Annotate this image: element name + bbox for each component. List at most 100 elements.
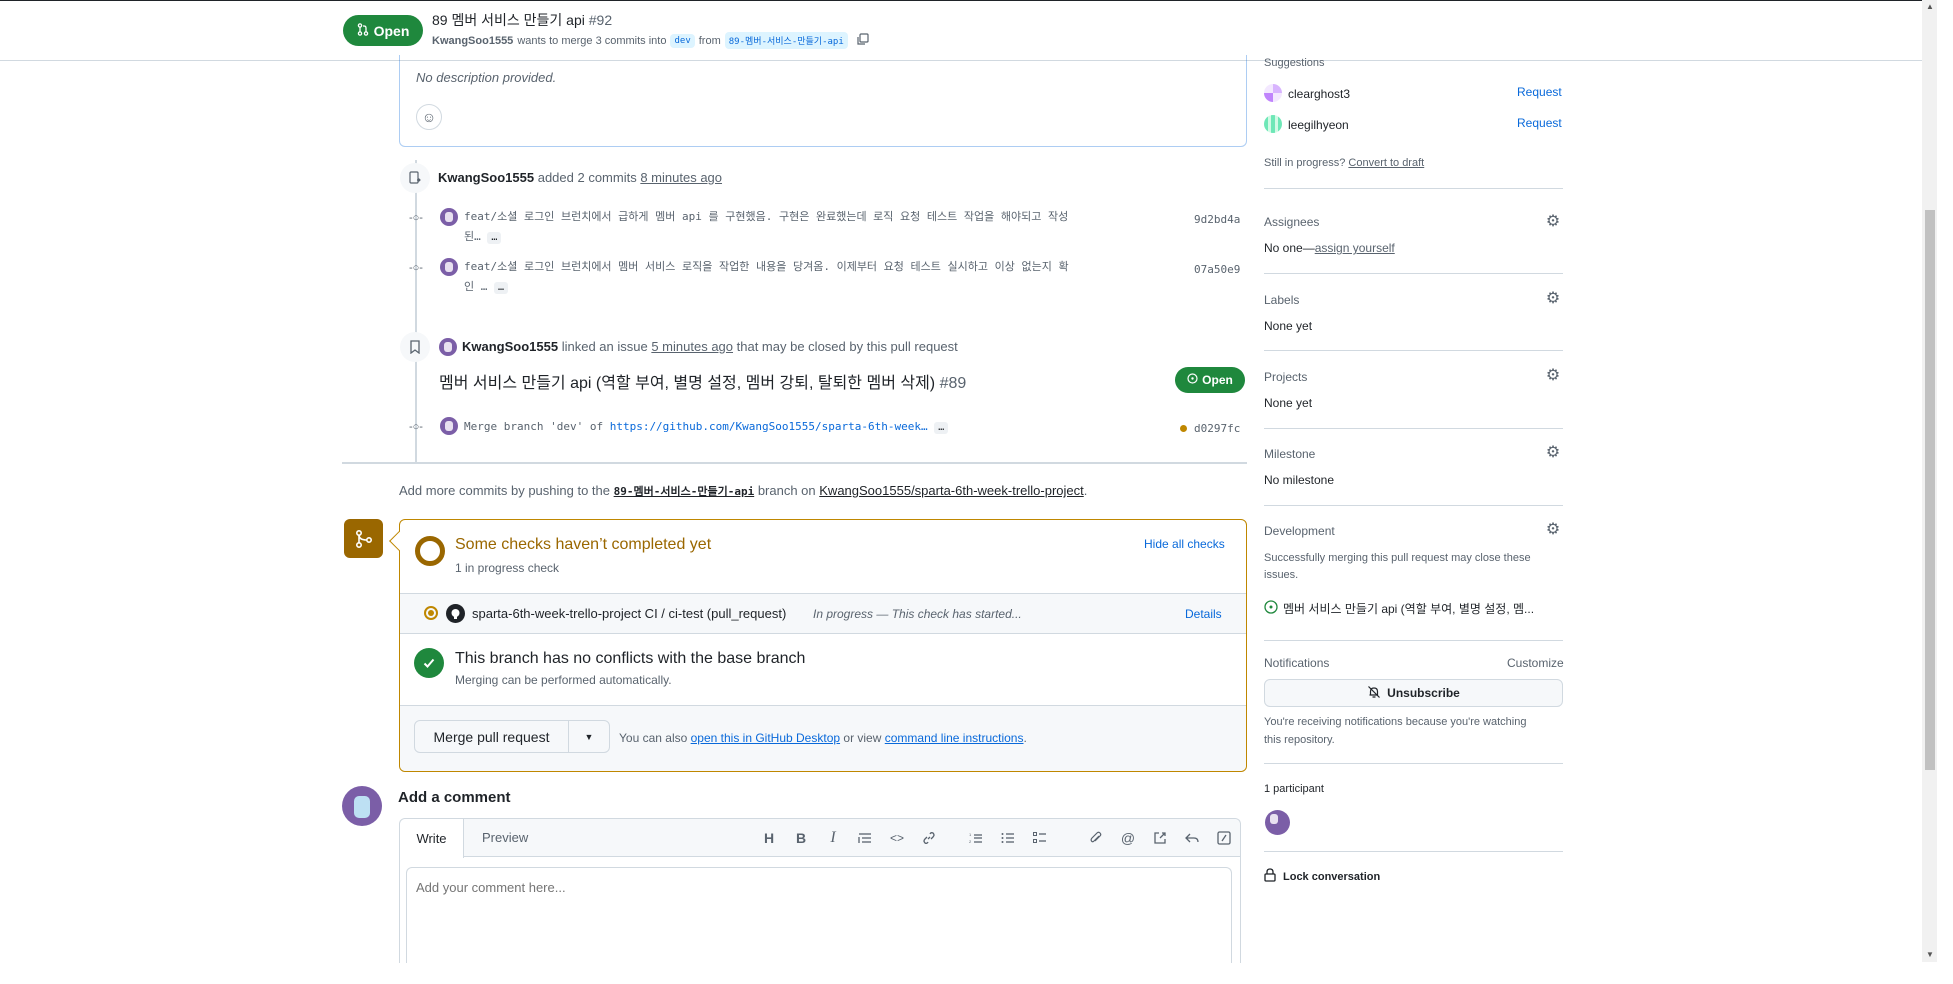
unsubscribe-button[interactable]: Unsubscribe bbox=[1264, 679, 1563, 707]
current-user-avatar[interactable] bbox=[342, 786, 382, 826]
divider bbox=[1264, 763, 1563, 764]
repo-link[interactable]: KwangSoo1555/sparta-6th-week-trello-proj… bbox=[819, 483, 1083, 498]
git-pull-request-icon bbox=[357, 22, 369, 39]
notifications-label: Notifications bbox=[1264, 656, 1330, 670]
command-line-link[interactable]: command line instructions bbox=[885, 731, 1024, 745]
commit-sha[interactable]: 9d2bd4a bbox=[1194, 213, 1240, 226]
divider bbox=[1264, 350, 1563, 351]
add-reaction-button[interactable]: ☺ bbox=[416, 104, 442, 130]
head-branch-link[interactable]: 89-멤버-서비스-만들기-api bbox=[614, 485, 755, 498]
event-author[interactable]: KwangSoo1555 bbox=[438, 170, 534, 185]
sticky-header bbox=[0, 0, 1922, 61]
bold-icon[interactable]: B bbox=[790, 827, 812, 849]
reply-icon[interactable] bbox=[1181, 827, 1203, 849]
add-comment-heading: Add a comment bbox=[398, 789, 511, 806]
avatar[interactable] bbox=[439, 338, 457, 356]
head-branch[interactable]: 89-멤버-서비스-만들기-api bbox=[724, 32, 848, 49]
git-commit-icon: -○- bbox=[409, 212, 423, 224]
bell-slash-icon bbox=[1367, 685, 1381, 702]
avatar[interactable] bbox=[440, 208, 458, 226]
pr-state-label: Open bbox=[373, 22, 410, 39]
gear-icon[interactable]: ⚙ bbox=[1544, 444, 1562, 462]
copy-icon[interactable] bbox=[856, 32, 869, 49]
commit-sha[interactable]: 07a50e9 bbox=[1194, 263, 1240, 276]
request-review-button[interactable]: Request bbox=[1517, 116, 1562, 130]
cross-reference-icon[interactable] bbox=[1149, 827, 1171, 849]
comment-input[interactable] bbox=[407, 868, 1231, 907]
link-icon[interactable] bbox=[918, 827, 940, 849]
merge-commit-message[interactable]: Merge branch 'dev' of https://github.com… bbox=[464, 417, 984, 437]
hide-checks-button[interactable]: Hide all checks bbox=[1144, 537, 1225, 551]
code-icon[interactable]: <> bbox=[886, 827, 908, 849]
svg-text:1: 1 bbox=[969, 832, 972, 837]
merge-method-dropdown[interactable]: ▼ bbox=[568, 720, 610, 753]
git-commit-icon: -○- bbox=[409, 262, 423, 274]
development-text-line2: issues. bbox=[1264, 569, 1299, 581]
scroll-up-icon[interactable]: ▲ bbox=[1925, 2, 1935, 12]
pending-status-dot[interactable] bbox=[1180, 425, 1187, 432]
commit-message[interactable]: feat/소셜 로그인 브런치에서 급하게 멤버 api 를 구현했음. 구현은… bbox=[464, 207, 1164, 247]
event-author[interactable]: KwangSoo1555 bbox=[462, 339, 558, 354]
slash-commands-icon[interactable] bbox=[1213, 827, 1235, 849]
commit-message-line1: feat/소셜 로그인 브런치에서 급하게 멤버 api 를 구현했음. 구현은… bbox=[464, 210, 1069, 223]
lock-conversation-button[interactable]: Lock conversation bbox=[1283, 871, 1380, 883]
assignees-value: No one—assign yourself bbox=[1264, 241, 1395, 255]
tab-write[interactable]: Write bbox=[400, 819, 464, 858]
notification-reason-line1: You're receiving notifications because y… bbox=[1264, 716, 1527, 728]
gear-icon[interactable]: ⚙ bbox=[1544, 521, 1562, 539]
expand-commit-button[interactable]: … bbox=[487, 232, 502, 244]
event-time[interactable]: 5 minutes ago bbox=[651, 339, 733, 354]
open-desktop-link[interactable]: open this in GitHub Desktop bbox=[691, 731, 840, 745]
linked-issue-event: KwangSoo1555 linked an issue 5 minutes a… bbox=[462, 339, 958, 354]
event-time[interactable]: 8 minutes ago bbox=[640, 170, 722, 185]
participant-avatar[interactable] bbox=[1265, 810, 1290, 835]
scrollbar-thumb[interactable] bbox=[1925, 210, 1935, 770]
quote-icon[interactable] bbox=[854, 827, 876, 849]
merge-pull-request-button[interactable]: Merge pull request bbox=[414, 720, 569, 753]
development-text-line1: Successfully merging this pull request m… bbox=[1264, 552, 1531, 564]
in-progress-icon bbox=[424, 606, 438, 620]
check-details-link[interactable]: Details bbox=[1185, 607, 1222, 621]
projects-value: None yet bbox=[1264, 396, 1313, 410]
italic-icon[interactable]: I bbox=[822, 827, 844, 849]
ordered-list-icon[interactable]: 12 bbox=[965, 827, 987, 849]
commit-message-line2: 인 … bbox=[464, 280, 488, 293]
task-list-icon[interactable] bbox=[1029, 827, 1051, 849]
event-suffix: that may be closed by this pull request bbox=[736, 339, 958, 354]
commit-message[interactable]: feat/소셜 로그인 브런치에서 멤버 서비스 로직을 작업한 내용을 당겨옴… bbox=[464, 257, 1164, 297]
divider bbox=[1264, 505, 1563, 506]
avatar[interactable] bbox=[440, 417, 458, 435]
expand-commit-button[interactable]: … bbox=[494, 282, 509, 294]
pr-author-link[interactable]: KwangSoo1555 bbox=[432, 35, 513, 47]
heading-icon[interactable]: H bbox=[758, 827, 780, 849]
reviewer-name[interactable]: leegilhyeon bbox=[1288, 118, 1349, 132]
convert-to-draft-link[interactable]: Convert to draft bbox=[1348, 157, 1424, 169]
no-conflicts-title: This branch has no conflicts with the ba… bbox=[455, 650, 806, 667]
no-conflicts-subtitle: Merging can be performed automatically. bbox=[455, 673, 672, 687]
base-branch[interactable]: dev bbox=[670, 33, 695, 48]
commit-sha[interactable]: d0297fc bbox=[1194, 422, 1240, 435]
unordered-list-icon[interactable] bbox=[997, 827, 1019, 849]
divider bbox=[1264, 273, 1563, 274]
divider bbox=[1264, 640, 1563, 641]
scroll-down-icon[interactable]: ▼ bbox=[1925, 950, 1935, 960]
comment-textarea[interactable] bbox=[406, 867, 1232, 963]
expand-commit-button[interactable]: … bbox=[934, 422, 949, 434]
checks-title: Some checks haven’t completed yet bbox=[455, 536, 712, 553]
customize-link[interactable]: Customize bbox=[1507, 656, 1564, 670]
mention-icon[interactable]: @ bbox=[1117, 827, 1139, 849]
gear-icon[interactable]: ⚙ bbox=[1544, 290, 1562, 308]
reviewer-name[interactable]: clearghost3 bbox=[1288, 87, 1350, 101]
linked-issue-title[interactable]: 멤버 서비스 만들기 api (역할 부여, 별명 설정, 멤버 강퇴, 탈퇴한… bbox=[439, 369, 966, 393]
avatar[interactable] bbox=[440, 258, 458, 276]
gear-icon[interactable]: ⚙ bbox=[1544, 367, 1562, 385]
gear-icon[interactable]: ⚙ bbox=[1544, 213, 1562, 231]
also-prefix: You can also bbox=[619, 731, 688, 745]
lock-icon bbox=[1264, 868, 1276, 885]
request-review-button[interactable]: Request bbox=[1517, 85, 1562, 99]
merge-commit-link[interactable]: https://github.com/KwangSoo1555/sparta-6… bbox=[610, 420, 928, 433]
development-issue-link[interactable]: 멤버 서비스 만들기 api (역할 부여, 별명 설정, 멤... bbox=[1283, 600, 1534, 617]
tab-preview[interactable]: Preview bbox=[482, 830, 528, 845]
assign-yourself-link[interactable]: assign yourself bbox=[1315, 241, 1395, 255]
paperclip-icon[interactable] bbox=[1085, 827, 1107, 849]
